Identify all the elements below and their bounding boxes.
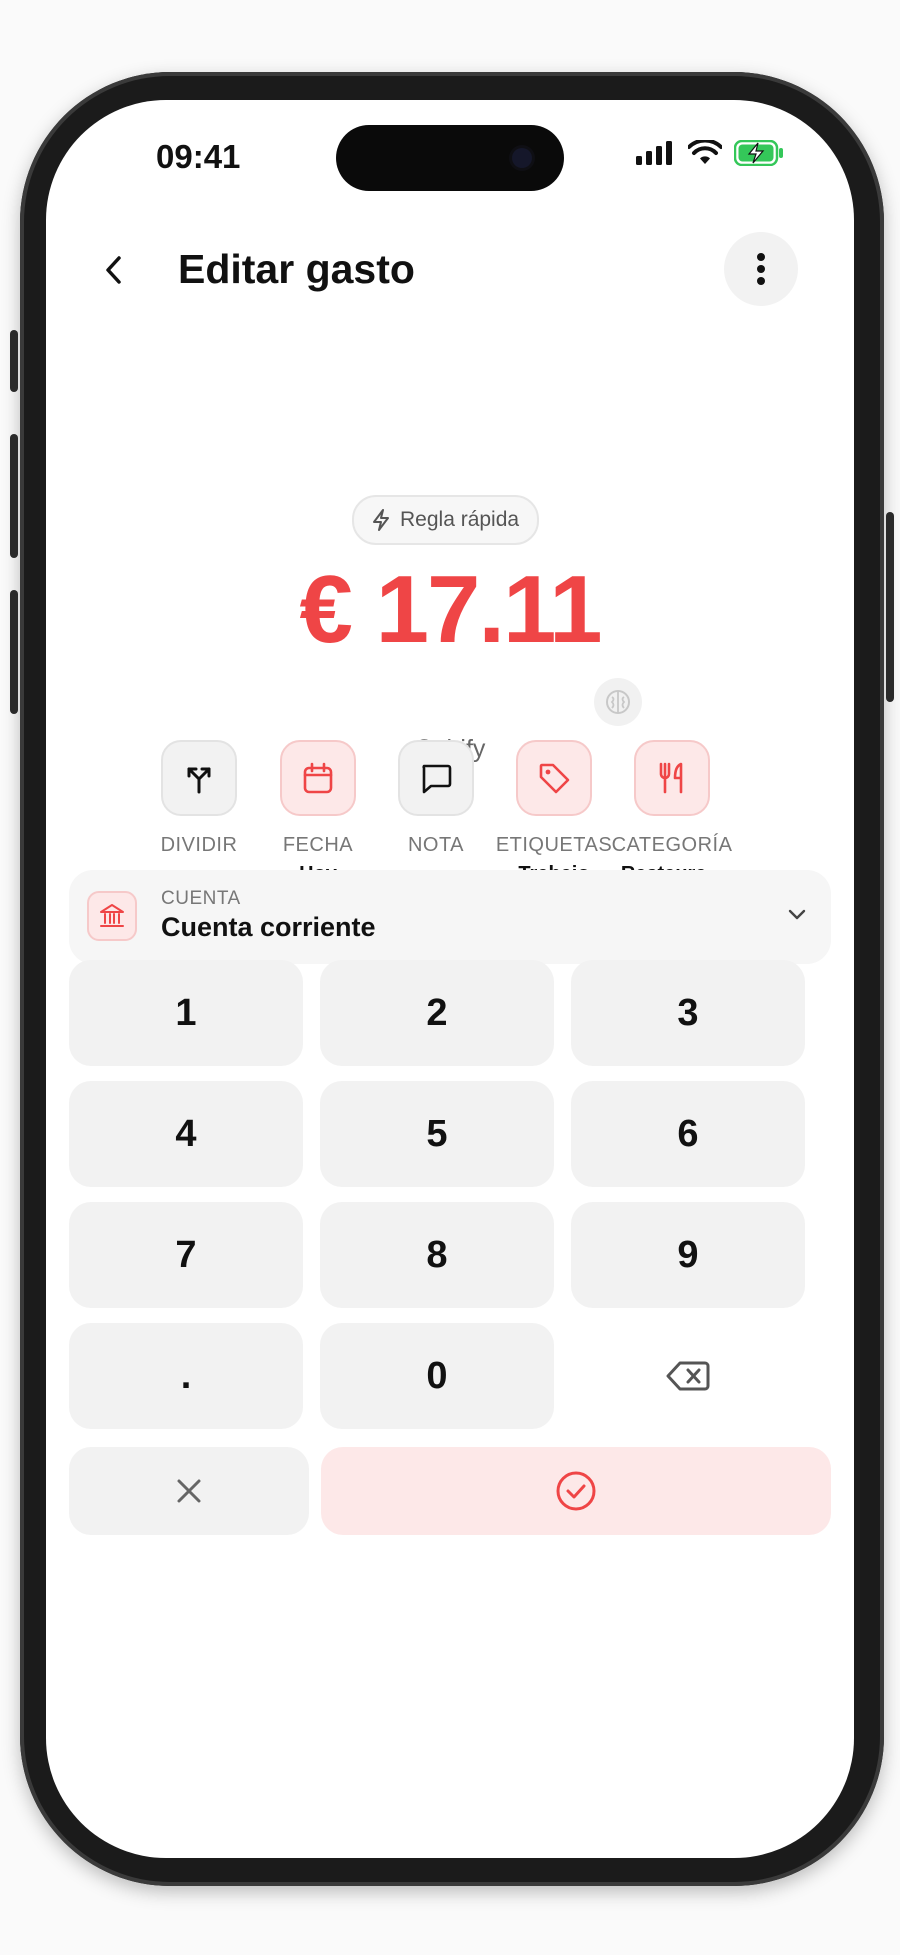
volume-up-button — [10, 434, 18, 558]
more-vertical-icon — [757, 253, 765, 285]
volume-down-button — [10, 590, 18, 714]
cancel-button[interactable] — [69, 1447, 309, 1535]
brain-icon — [606, 690, 630, 714]
status-time: 09:41 — [156, 138, 241, 175]
key-decimal[interactable]: . — [69, 1323, 303, 1429]
action-icon-box — [161, 740, 237, 816]
key-2[interactable]: 2 — [320, 960, 554, 1066]
amount-display[interactable]: € 17.11 — [46, 555, 854, 665]
action-icon-box — [516, 740, 592, 816]
signal-icon — [636, 141, 676, 170]
key-7[interactable]: 7 — [69, 1202, 303, 1308]
key-8[interactable]: 8 — [320, 1202, 554, 1308]
action-categoria[interactable]: CATEGORÍA Restaura... — [597, 740, 747, 886]
key-9[interactable]: 9 — [571, 1202, 805, 1308]
more-options-button[interactable] — [724, 232, 798, 306]
close-icon — [177, 1479, 201, 1503]
tag-icon — [539, 763, 570, 794]
key-4[interactable]: 4 — [69, 1081, 303, 1187]
chevron-down-icon — [785, 902, 809, 931]
check-circle-icon — [556, 1471, 596, 1511]
action-button — [10, 330, 18, 392]
confirm-button[interactable] — [321, 1447, 831, 1535]
account-selector[interactable]: CUENTA Cuenta corriente — [69, 870, 831, 964]
key-1[interactable]: 1 — [69, 960, 303, 1066]
key-5[interactable]: 5 — [320, 1081, 554, 1187]
key-0[interactable]: 0 — [320, 1323, 554, 1429]
account-label: CUENTA — [161, 888, 241, 909]
key-3[interactable]: 3 — [571, 960, 805, 1066]
back-button[interactable] — [86, 242, 142, 298]
action-icon-box — [280, 740, 356, 816]
action-icon-box — [398, 740, 474, 816]
page-title: Editar gasto — [178, 246, 415, 292]
ai-suggest-button[interactable] — [594, 678, 642, 726]
action-label: CATEGORÍA — [611, 834, 733, 856]
key-6[interactable]: 6 — [571, 1081, 805, 1187]
status-icons — [636, 138, 784, 171]
message-square-icon — [422, 764, 452, 794]
backspace-icon — [666, 1361, 710, 1391]
bolt-icon — [373, 509, 389, 531]
utensils-icon — [659, 762, 683, 794]
power-button — [886, 512, 894, 702]
quick-rule-chip[interactable]: Regla rápida — [352, 495, 540, 545]
chevron-left-icon — [106, 256, 121, 284]
backspace-key[interactable] — [571, 1323, 805, 1429]
action-icon-box — [634, 740, 710, 816]
header: Editar gasto — [46, 220, 854, 320]
front-camera — [512, 148, 532, 168]
account-value: Cuenta corriente — [161, 912, 376, 942]
calendar-icon — [303, 762, 333, 794]
wifi-icon — [687, 138, 723, 171]
quick-rule-label: Regla rápida — [400, 508, 520, 531]
account-icon-box — [87, 891, 137, 941]
battery-charging-icon — [733, 139, 784, 171]
dynamic-island — [336, 125, 564, 191]
bank-icon — [100, 904, 124, 927]
app-screen: 09:41 Editar gasto Regla rápida € 17.11 … — [46, 100, 854, 1858]
split-icon — [187, 767, 211, 794]
